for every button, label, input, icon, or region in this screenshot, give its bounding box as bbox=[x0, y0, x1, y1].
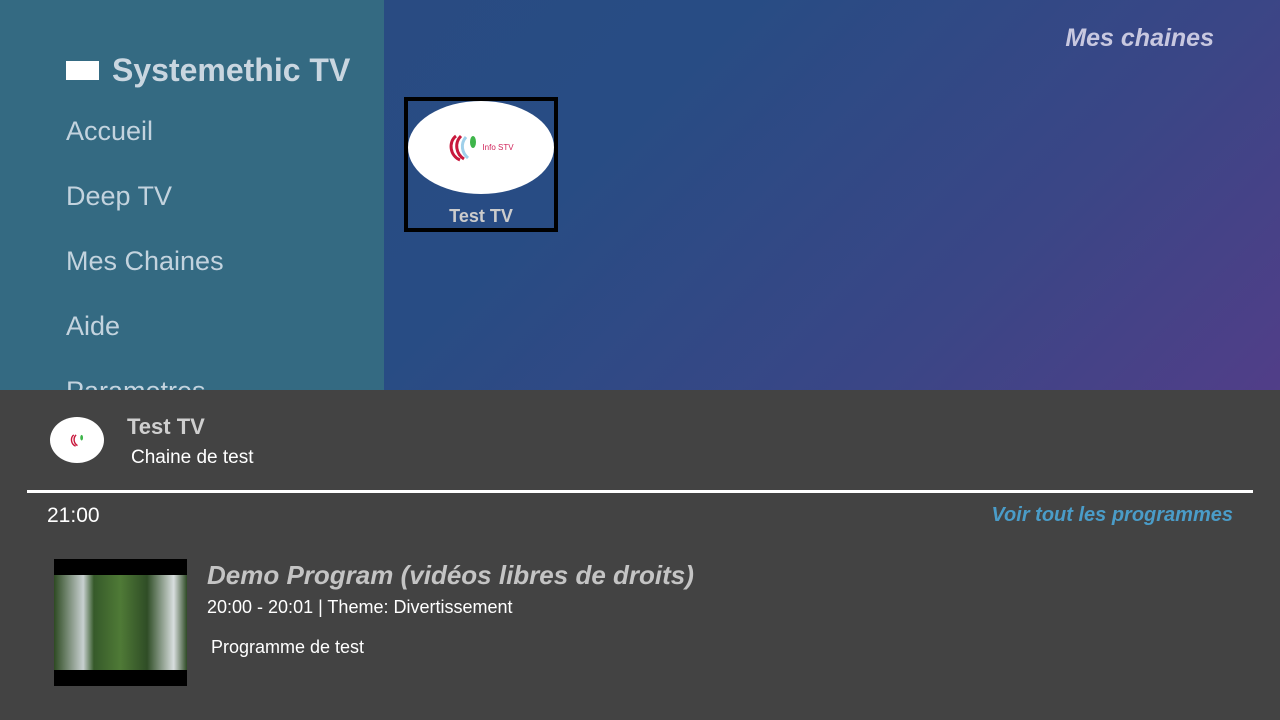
divider bbox=[27, 490, 1253, 493]
channel-logo-text: Info STV bbox=[482, 143, 514, 152]
sidebar-item-aide[interactable]: Aide bbox=[66, 311, 120, 342]
main-area: Systemethic TV Accueil Deep TV Mes Chain… bbox=[0, 0, 1280, 390]
sidebar-item-mes-chaines[interactable]: Mes Chaines bbox=[66, 246, 224, 277]
stv-logo-icon bbox=[70, 433, 84, 447]
sidebar-item-parametres[interactable]: Parametres bbox=[66, 376, 206, 390]
app-title: Systemethic TV bbox=[112, 52, 351, 88]
details-panel: Test TV Chaine de test 21:00 Voir tout l… bbox=[0, 390, 1280, 720]
see-all-programs-link[interactable]: Voir tout les programmes bbox=[991, 504, 1233, 527]
stv-logo-icon bbox=[450, 134, 477, 161]
channel-logo-small bbox=[50, 417, 104, 463]
program-title: Demo Program (vidéos libres de droits) bbox=[207, 560, 694, 590]
channel-card[interactable]: Info STV Test TV bbox=[404, 97, 558, 232]
channel-description: Chaine de test bbox=[131, 447, 254, 468]
sidebar-item-accueil[interactable]: Accueil bbox=[66, 116, 153, 147]
sidebar: Systemethic TV Accueil Deep TV Mes Chain… bbox=[0, 0, 384, 390]
channel-card-label: Test TV bbox=[449, 206, 513, 226]
program-meta: 20:00 - 20:01 | Theme: Divertissement bbox=[207, 597, 513, 617]
channel-logo: Info STV bbox=[408, 101, 554, 194]
brand: Systemethic TV bbox=[66, 52, 350, 89]
program-description: Programme de test bbox=[211, 637, 365, 657]
current-time: 21:00 bbox=[47, 504, 100, 527]
page-title: Mes chaines bbox=[1065, 24, 1214, 52]
sidebar-item-deep-tv[interactable]: Deep TV bbox=[66, 181, 172, 212]
waterfall-image bbox=[54, 575, 187, 670]
brand-logo bbox=[66, 61, 99, 80]
program-thumbnail bbox=[54, 559, 187, 686]
channel-name: Test TV bbox=[127, 414, 205, 439]
